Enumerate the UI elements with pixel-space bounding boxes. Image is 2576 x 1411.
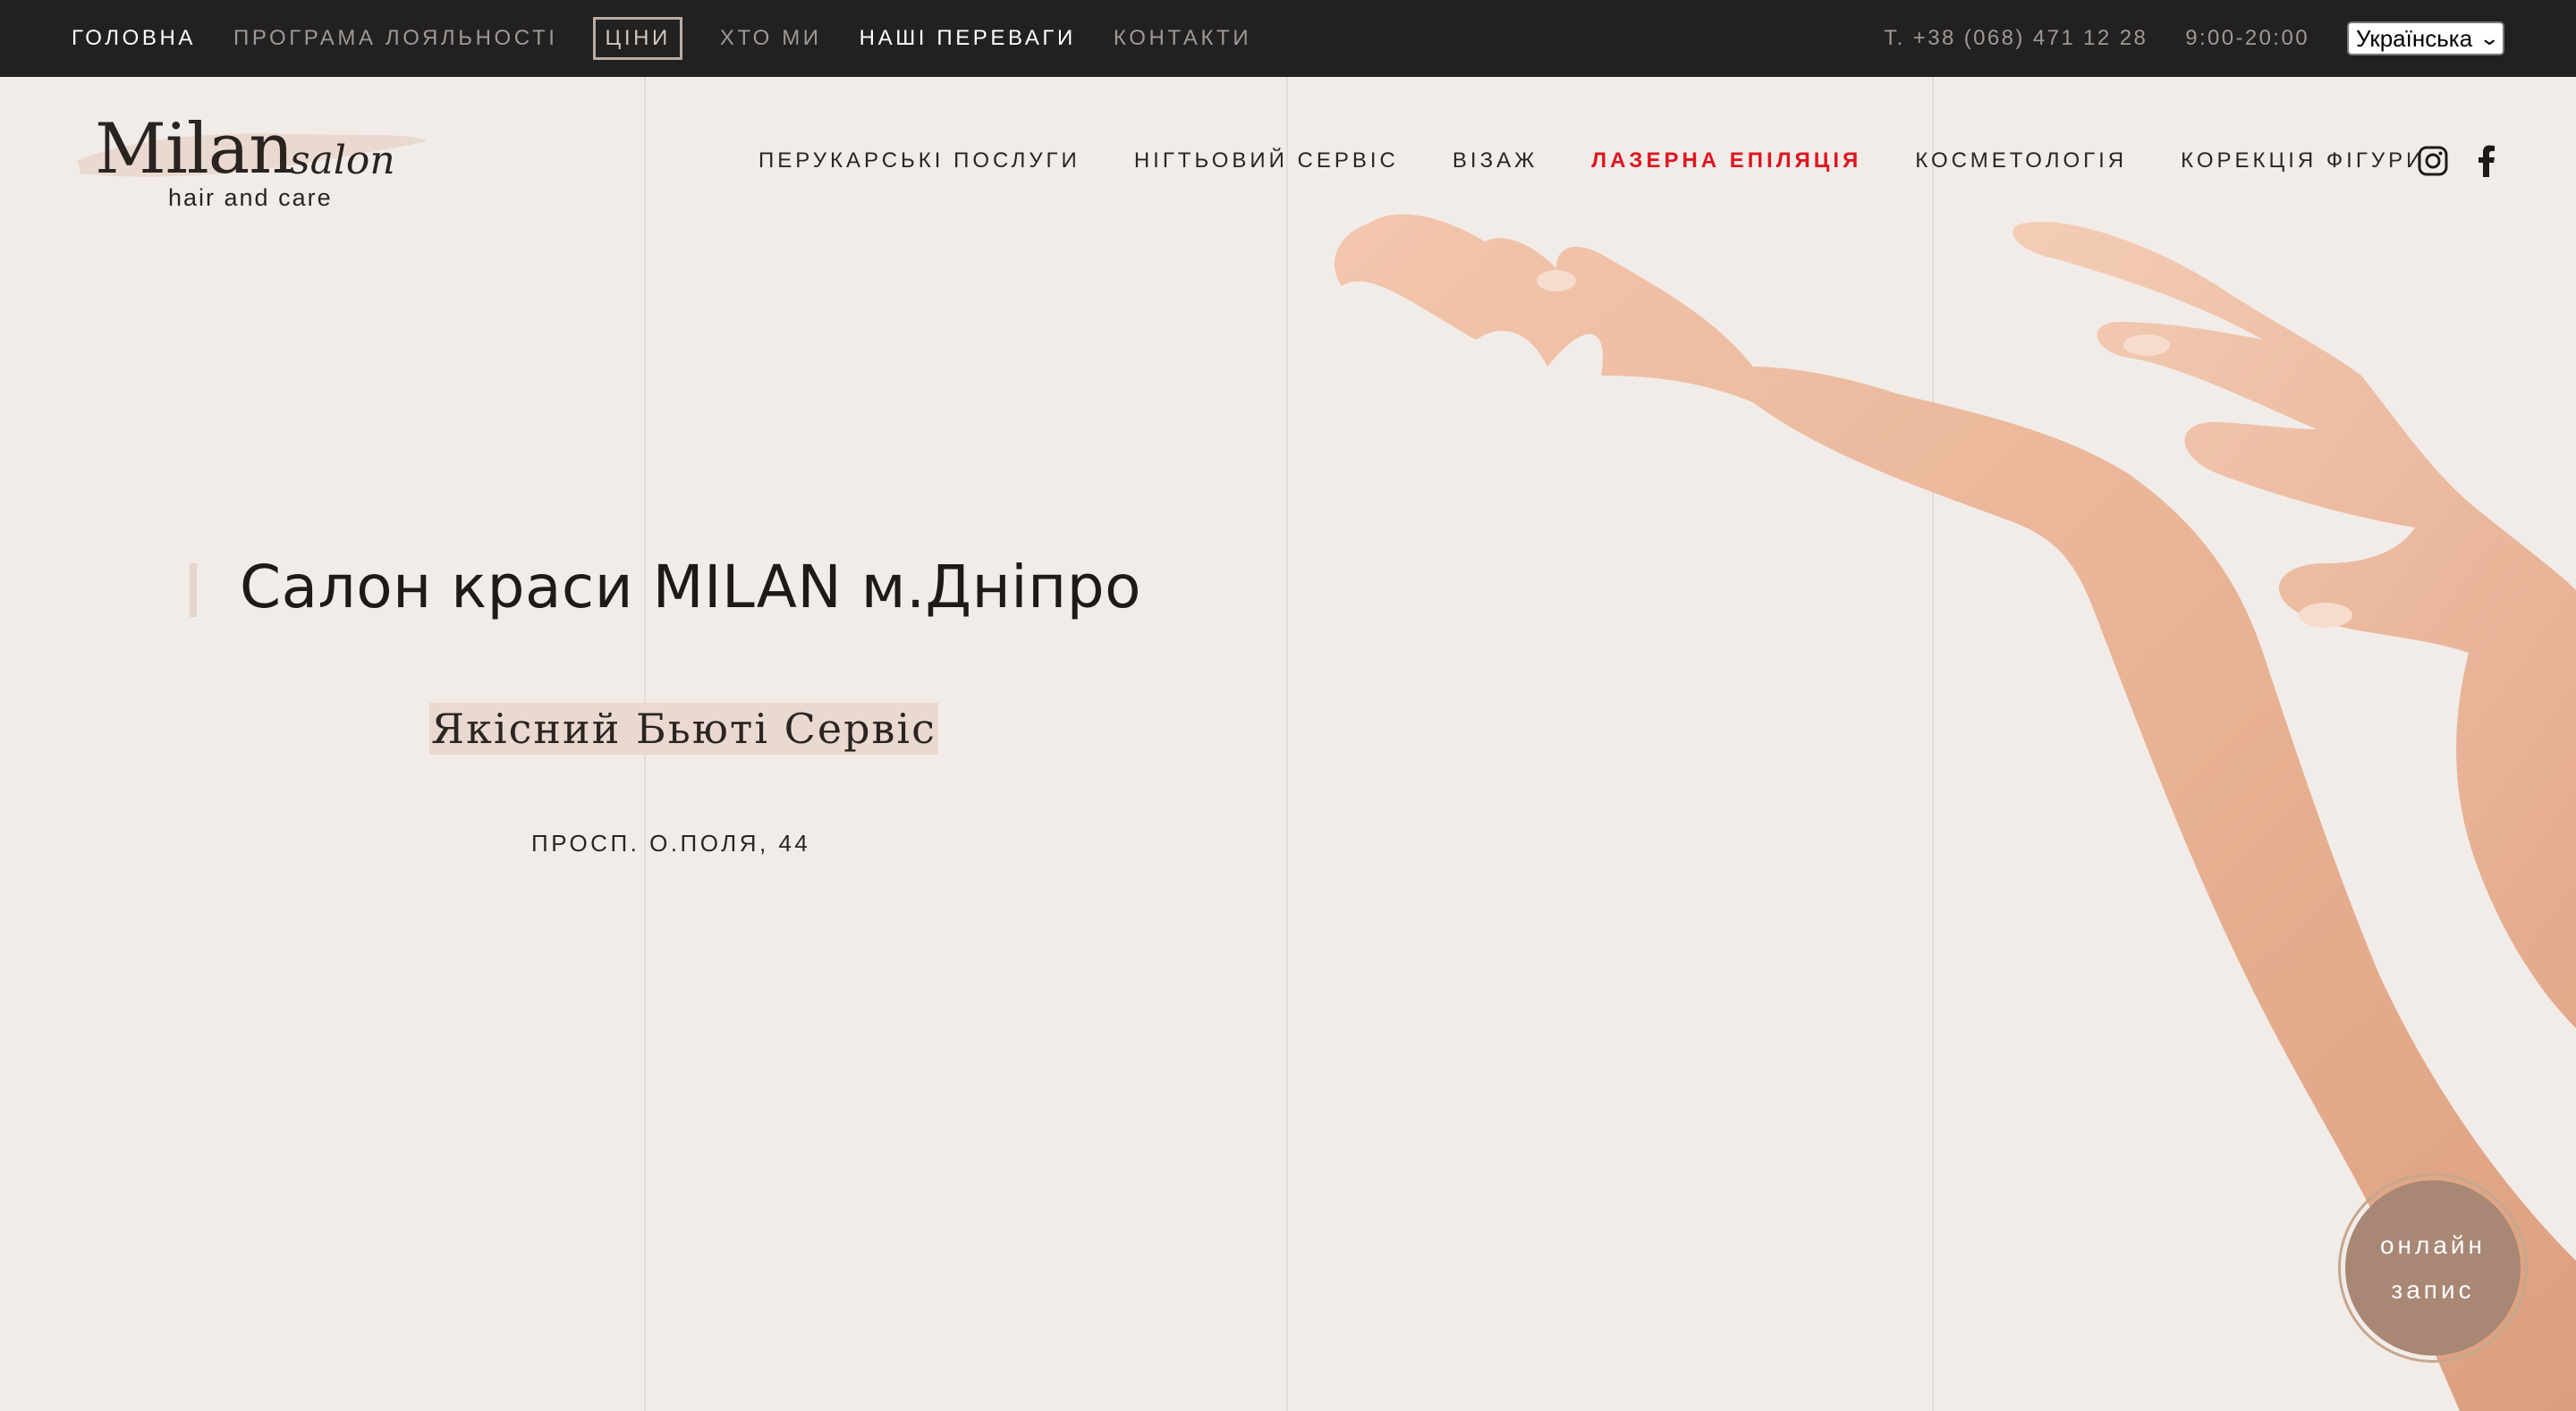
facebook-icon[interactable] [2469, 143, 2504, 179]
salon-address: ПРОСП. О.ПОЛЯ, 44 [531, 830, 811, 857]
top-info: T. +38 (068) 471 12 28 9:00-20:00 Україн… [1884, 0, 2504, 77]
topnav-about[interactable]: ХТО МИ [720, 26, 822, 51]
nav-body[interactable]: КОРЕКЦІЯ ФІГУРИ [2181, 148, 2425, 173]
nav-laser[interactable]: ЛАЗЕРНА ЕПІЛЯЦІЯ [1591, 148, 1861, 173]
title-accent-bar [190, 563, 197, 617]
topnav-advantages[interactable]: НАШІ ПЕРЕВАГИ [860, 26, 1076, 51]
topnav-contacts[interactable]: КОНТАКТИ [1114, 26, 1251, 51]
booking-line-2: запис [2391, 1276, 2475, 1304]
working-hours: 9:00-20:00 [2185, 26, 2309, 50]
nav-nails[interactable]: НІГТЬОВИЙ СЕРВІС [1134, 148, 1399, 173]
language-value: Українська [2356, 24, 2473, 52]
phone-number[interactable]: T. +38 (068) 471 12 28 [1884, 26, 2148, 51]
topnav-loyalty[interactable]: ПРОГРАМА ЛОЯЛЬНОСТІ [233, 26, 557, 51]
social-links [2415, 143, 2522, 179]
topnav-prices[interactable]: ЦІНИ [593, 17, 682, 60]
logo-tagline: hair and care [168, 184, 333, 211]
nav-cosmetology[interactable]: КОСМЕТОЛОГІЯ [1915, 148, 2127, 173]
topnav-home[interactable]: ГОЛОВНА [72, 26, 196, 51]
online-booking-circle: онлайн запис [2345, 1180, 2521, 1356]
logo-wordmark: Milan [95, 109, 293, 190]
online-booking-button[interactable]: онлайн запис [2338, 1173, 2528, 1363]
top-bar: ГОЛОВНА ПРОГРАМА ЛОЯЛЬНОСТІ ЦІНИ ХТО МИ … [0, 0, 2576, 77]
main-nav: ПЕРУКАРСЬКІ ПОСЛУГИ НІГТЬОВИЙ СЕРВІС ВІЗ… [758, 143, 2479, 179]
nav-hair[interactable]: ПЕРУКАРСЬКІ ПОСЛУГИ [758, 148, 1080, 173]
chevron-down-icon: ⌄ [2478, 27, 2500, 49]
booking-line-1: онлайн [2379, 1231, 2487, 1259]
site-logo[interactable]: Milan salon hair and care [72, 107, 429, 215]
logo-script: salon [290, 138, 395, 183]
nav-makeup[interactable]: ВІЗАЖ [1453, 148, 1538, 173]
instagram-icon[interactable] [2415, 143, 2451, 179]
top-nav: ГОЛОВНА ПРОГРАМА ЛОЯЛЬНОСТІ ЦІНИ ХТО МИ … [72, 17, 1289, 60]
page-title: Салон краси MILAN м.Дніпро [240, 553, 1142, 621]
language-select[interactable]: Українська ⌄ [2347, 21, 2504, 55]
hero-subtitle: Якісний Бьюті Сервіс [429, 703, 938, 755]
